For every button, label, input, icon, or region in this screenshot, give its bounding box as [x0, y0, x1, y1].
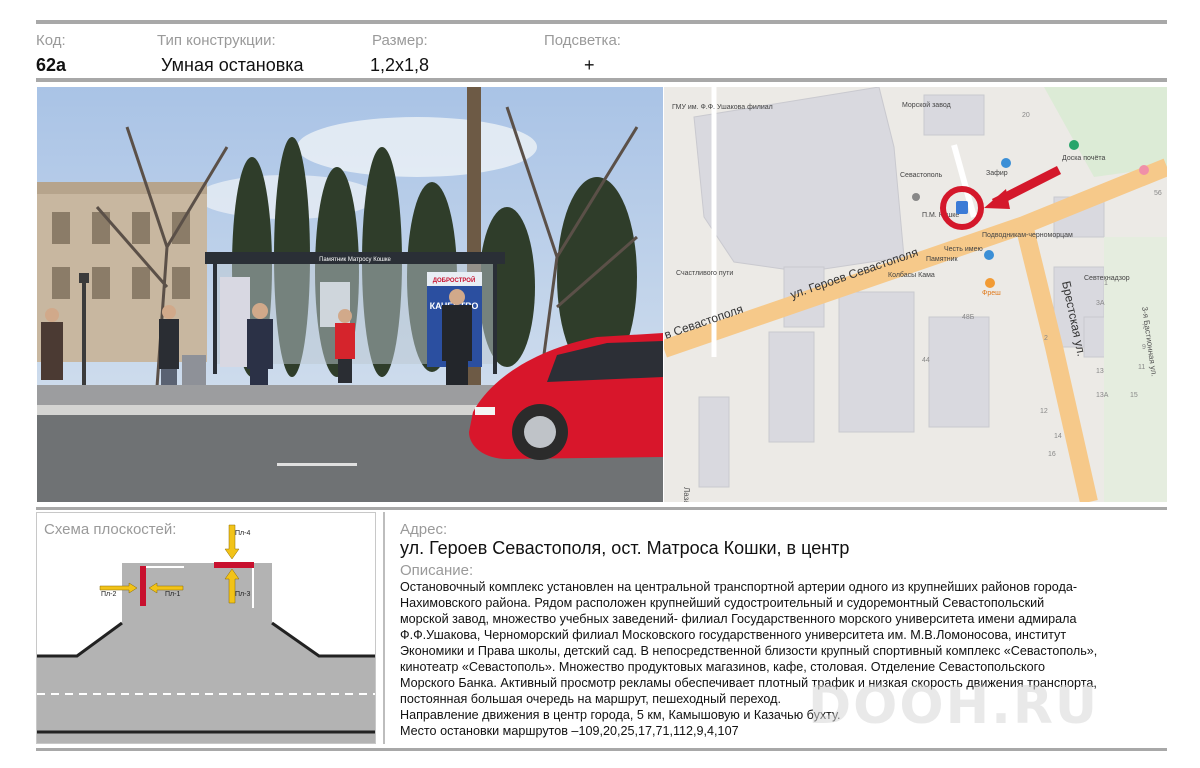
- house-number: 15: [1130, 392, 1138, 399]
- street-label: Лаза: [682, 487, 691, 502]
- house-number: 7: [1142, 324, 1146, 331]
- planes-scheme: Пл-2 Пл-1 Пл-3 Пл-4: [37, 524, 375, 743]
- map-label: ГМУ им. Ф.Ф. Ушакова филиал: [672, 104, 773, 111]
- house-number: 9: [1142, 344, 1146, 351]
- size-value: 1,2х1,8: [370, 55, 430, 75]
- house-number: 3А: [1096, 300, 1105, 307]
- description-line: Ф.Ф.Ушакова, Черноморский филиал Московс…: [400, 628, 1067, 642]
- house-number: 11: [1138, 364, 1145, 371]
- house-number: 16: [1048, 451, 1056, 458]
- bottom-rule: [36, 748, 1167, 751]
- pl3-label: Пл-3: [235, 591, 250, 598]
- shelter-sign: Памятник Матросу Кошке: [319, 257, 391, 263]
- type-label: Тип конструкции:: [157, 32, 276, 49]
- house-number: 20: [1022, 112, 1030, 119]
- map-label: Доска почёта: [1062, 155, 1105, 162]
- top-rule: [36, 20, 1167, 24]
- map-label: Колбасы Кама: [888, 271, 935, 279]
- house-number: 14: [1054, 433, 1062, 440]
- bus-stop-icon: [956, 201, 968, 214]
- map-label: Памятник: [926, 256, 959, 263]
- middle-rule: [36, 507, 1167, 510]
- house-number: 1: [1104, 280, 1108, 287]
- poi-icon: [912, 193, 920, 201]
- pl4-label: Пл-4: [235, 530, 250, 537]
- pl2-label: Пл-2: [101, 591, 116, 598]
- description-line: Экономики и Права школы, детский сад. В …: [400, 644, 1098, 658]
- code-label: Код:: [36, 32, 66, 49]
- map-label: Счастливого пути: [676, 270, 733, 277]
- house-number: 48Б: [962, 314, 975, 321]
- cafe-icon: [985, 278, 995, 288]
- shop-icon: [1001, 158, 1011, 168]
- header-rule: [36, 78, 1167, 82]
- bus-stop-photo: Памятник Матросу Кошке ДОБРОСТРОЙ КАЧЕСТ…: [37, 87, 663, 502]
- map-label: Фреш: [982, 290, 1001, 297]
- plane-4: [214, 562, 254, 568]
- star-icon: [1069, 140, 1079, 150]
- address-value: ул. Героев Севастополя, ост. Матроса Кош…: [400, 538, 850, 558]
- code-value: 62а: [36, 55, 67, 75]
- map-label: Зафир: [986, 170, 1008, 177]
- description-label: Описание:: [400, 562, 474, 579]
- shop-icon: [984, 250, 994, 260]
- house-number: 44: [922, 357, 930, 364]
- type-value: Умная остановка: [161, 55, 304, 75]
- house-number: 13А: [1096, 392, 1109, 399]
- house-number: 12: [1040, 408, 1048, 415]
- location-map: ГМУ им. Ф.Ф. Ушакова филиал Морской заво…: [664, 87, 1167, 502]
- map-label: Честь имею: [944, 246, 983, 253]
- light-value: +: [584, 55, 595, 75]
- description-line: Остановочный комплекс установлен на цент…: [400, 580, 1078, 594]
- address-label: Адрес:: [400, 521, 448, 538]
- description-line: кинотеатр «Севастополь». Множество проду…: [400, 660, 1045, 674]
- map-label: Севастополь: [900, 172, 943, 179]
- house-number: 56: [1154, 190, 1162, 197]
- poi-icon: [1139, 165, 1149, 175]
- description-line: Нахимовского района. Рядом расположен кр…: [400, 596, 1045, 610]
- plane-1: [140, 566, 146, 606]
- map-label: Морской завод: [902, 101, 951, 109]
- house-number: 2: [1044, 335, 1048, 342]
- watermark: DOOH.RU: [808, 676, 1100, 736]
- page: Код: Тип конструкции: Размер: Подсветка:…: [0, 0, 1200, 768]
- pl1-label: Пл-1: [165, 591, 180, 598]
- house-number: 13: [1096, 368, 1104, 375]
- light-label: Подсветка:: [544, 32, 621, 49]
- description-line: морской завод, множество учебных заведен…: [400, 612, 1077, 626]
- size-label: Размер:: [372, 32, 428, 49]
- ad-brand: ДОБРОСТРОЙ: [433, 276, 476, 284]
- map-label: Подводникам-черноморцам: [982, 232, 1073, 239]
- photo-illustration: Памятник Матросу Кошке ДОБРОСТРОЙ КАЧЕСТ…: [37, 87, 663, 502]
- map-illustration: ГМУ им. Ф.Ф. Ушакова филиал Морской заво…: [664, 87, 1167, 502]
